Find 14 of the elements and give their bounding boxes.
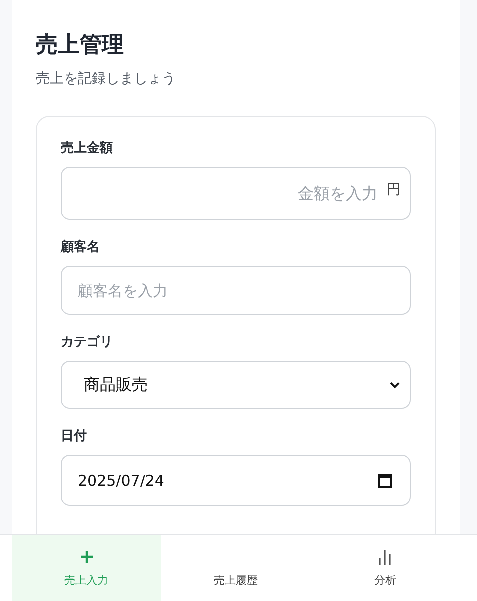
- plus-icon: [80, 550, 94, 564]
- field-label: 日付: [61, 428, 88, 445]
- page-title: 売上管理: [36, 32, 125, 60]
- date-field[interactable]: 2025/07/24: [61, 455, 411, 506]
- page-subtitle: 売上を記録しましょう: [36, 70, 177, 88]
- bar-chart-icon: [377, 548, 394, 564]
- customer-field[interactable]: 顧客名を入力: [61, 266, 411, 315]
- field-label: カテゴリ: [61, 334, 114, 351]
- chevron-down-icon: [390, 382, 400, 388]
- calendar-icon: [378, 473, 392, 488]
- currency-unit: 円: [387, 181, 401, 199]
- field-label: 顧客名: [61, 238, 101, 256]
- category-select[interactable]: 商品販売: [61, 361, 411, 409]
- field-label: 売上金額: [61, 140, 114, 157]
